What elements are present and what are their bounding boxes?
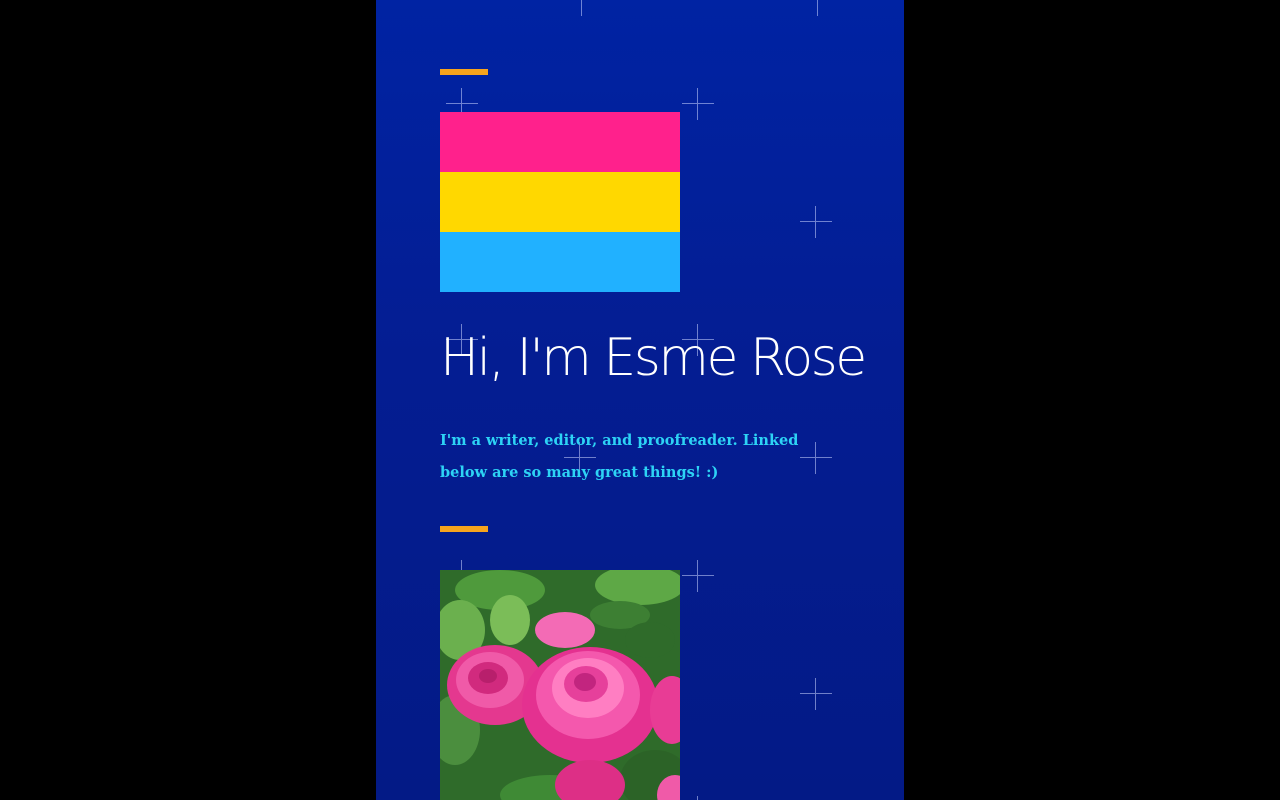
crosshair-decoration: [682, 796, 714, 800]
crosshair-decoration: [682, 560, 714, 592]
flag-stripe-pink: [440, 112, 680, 172]
intro-text: I'm a writer, editor, and proofreader. L…: [440, 432, 799, 481]
page-title: Hi, I'm Esme Rose: [440, 328, 867, 388]
pansexual-pride-flag: [440, 112, 680, 292]
crosshair-decoration: [802, 0, 834, 16]
crosshair-decoration: [566, 0, 598, 16]
flag-stripe-blue: [440, 232, 680, 292]
section-accent-bar: [440, 69, 488, 75]
crosshair-decoration: [800, 678, 832, 710]
page-panel: Hi, I'm Esme Rose I'm a writer, editor, …: [376, 0, 904, 800]
section-accent-bar: [440, 526, 488, 532]
crosshair-decoration: [682, 88, 714, 120]
crosshair-decoration: [800, 206, 832, 238]
flag-stripe-yellow: [440, 172, 680, 232]
roses-photo: [440, 570, 680, 800]
